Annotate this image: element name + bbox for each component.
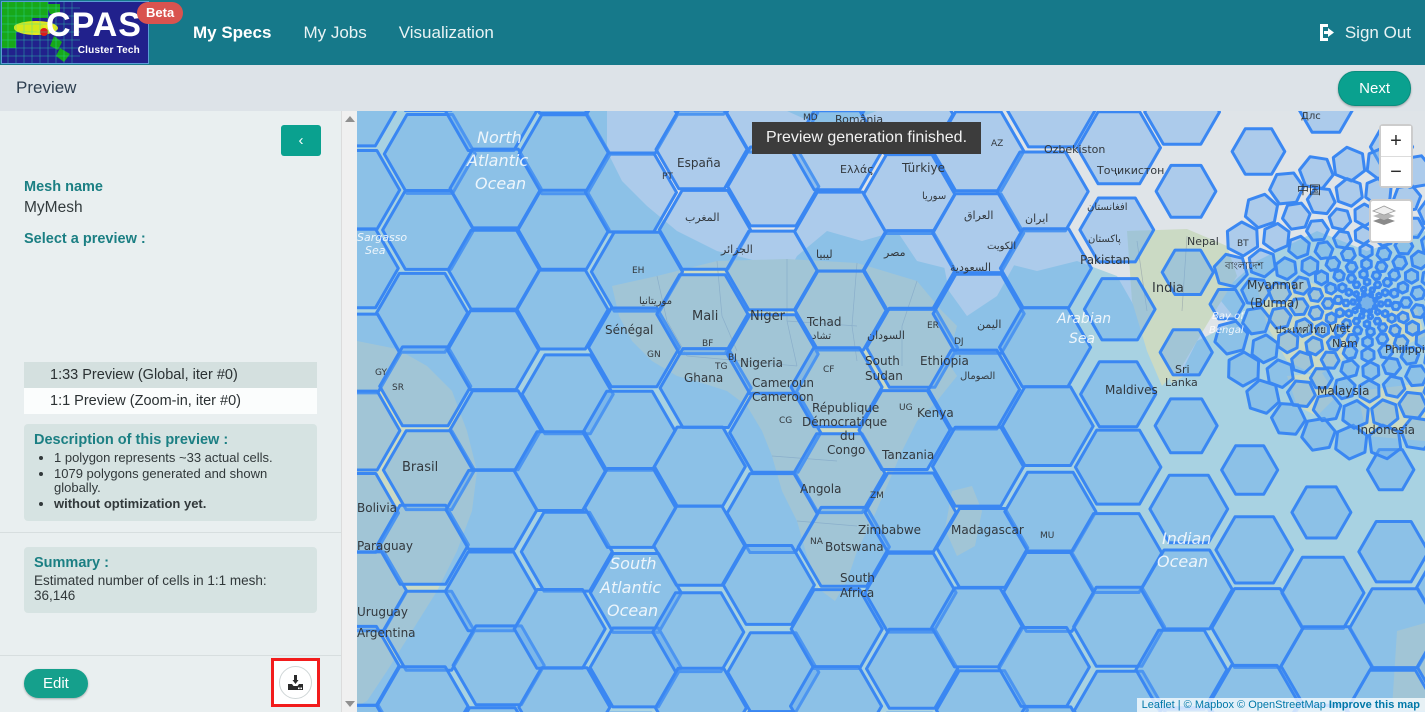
sign-out-label: Sign Out (1344, 22, 1411, 42)
preview-sidebar: ‹ Mesh name MyMesh Select a preview : 1:… (0, 111, 341, 712)
preview-list: 1:33 Preview (Global, iter #0) 1:1 Previ… (24, 362, 317, 414)
mesh-name-label: Mesh name (24, 179, 103, 195)
sidebar-divider (0, 532, 341, 533)
summary-text: Estimated number of cells in 1:1 mesh: 3… (34, 573, 267, 603)
description-item: 1 polygon represents ~33 actual cells. (54, 450, 307, 466)
download-button[interactable] (279, 666, 312, 699)
layers-icon (1371, 205, 1397, 225)
preview-item-zoom-in[interactable]: 1:1 Preview (Zoom-in, iter #0) (24, 388, 317, 414)
sign-out-button[interactable]: Sign Out (1318, 23, 1411, 43)
zoom-in-button[interactable]: + (1381, 126, 1411, 156)
hexagon-mesh-overlay (357, 111, 1425, 712)
zoom-out-button[interactable]: − (1381, 156, 1411, 186)
edit-button[interactable]: Edit (24, 669, 88, 698)
mesh-name-value: MyMesh (24, 199, 83, 216)
attribution-leaflet-link[interactable]: Leaflet (1142, 699, 1175, 711)
nav-link-visualization[interactable]: Visualization (383, 0, 510, 65)
attribution-osm-link[interactable]: OpenStreetMap (1248, 699, 1326, 711)
description-item-bold: without optimization yet. (54, 495, 207, 511)
top-navbar: CPAS Cluster Tech Beta My Specs My Jobs … (0, 0, 1425, 65)
logo-title: CPAS (46, 6, 142, 44)
nav-link-my-specs[interactable]: My Specs (177, 0, 287, 65)
page-title: Preview (16, 78, 77, 97)
page-subheader: Preview (0, 65, 1425, 111)
toast-notification: Preview generation finished. (752, 122, 982, 154)
select-preview-label: Select a preview : (24, 231, 146, 247)
description-item: 1079 polygons generated and shown global… (54, 466, 307, 496)
next-button[interactable]: Next (1338, 71, 1411, 106)
description-list: 1 polygon represents ~33 actual cells. 1… (54, 450, 307, 512)
summary-title: Summary : (34, 555, 109, 571)
scroll-down-arrow[interactable] (342, 696, 358, 712)
app-logo[interactable]: CPAS Cluster Tech (1, 1, 149, 64)
map-attribution: Leaflet | © Mapbox © OpenStreetMap Impro… (1136, 698, 1425, 712)
description-title: Description of this preview : (34, 432, 229, 448)
attribution-sep1: | © (1174, 699, 1195, 711)
mesh-name-block: Mesh name MyMesh Select a preview : (24, 179, 325, 247)
description-item: without optimization yet. (54, 495, 307, 512)
map-canvas[interactable]: North Atlantic Ocean Sargasso Sea MD România Es… (357, 111, 1425, 712)
sidebar-scrollbar[interactable] (341, 111, 357, 712)
sign-out-icon (1319, 24, 1334, 41)
summary-box: Summary : Estimated number of cells in 1… (24, 547, 317, 613)
download-icon (288, 674, 303, 690)
attribution-mapbox-link[interactable]: Mapbox (1195, 699, 1234, 711)
beta-badge: Beta (137, 2, 184, 24)
layers-control-button[interactable] (1369, 199, 1413, 243)
description-box: Description of this preview : 1 polygon … (24, 424, 317, 521)
logo-subtitle: Cluster Tech (77, 45, 140, 56)
collapse-sidebar-button[interactable]: ‹ (281, 125, 321, 156)
nav-link-my-jobs[interactable]: My Jobs (287, 0, 382, 65)
zoom-controls: + − (1379, 124, 1413, 188)
attribution-improve-link[interactable]: Improve this map (1329, 699, 1420, 711)
preview-item-global[interactable]: 1:33 Preview (Global, iter #0) (24, 362, 317, 388)
scroll-up-arrow[interactable] (342, 111, 358, 127)
attribution-sep2: © (1233, 699, 1249, 711)
